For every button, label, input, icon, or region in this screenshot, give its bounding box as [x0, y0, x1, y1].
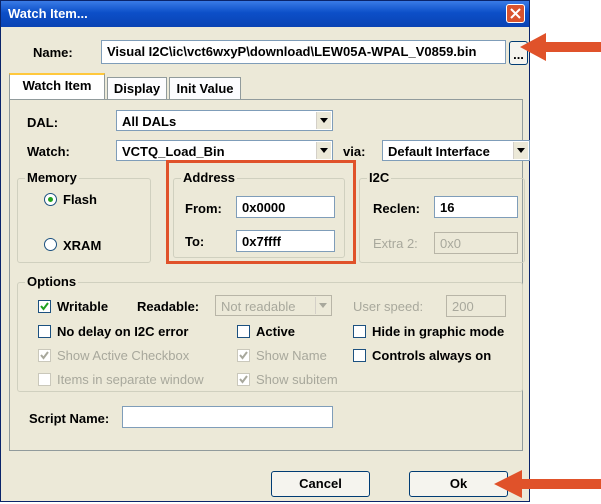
no-delay-checkbox[interactable] [38, 325, 51, 338]
watch-select[interactable]: VCTQ_Load_Bin [116, 140, 333, 161]
arrow-left-icon [520, 33, 601, 61]
chevron-down-icon [315, 297, 330, 314]
active-checkbox[interactable] [237, 325, 250, 338]
check-icon [239, 351, 248, 360]
show-active-label: Show Active Checkbox [57, 348, 190, 363]
address-highlight-box [166, 160, 356, 264]
flash-label: Flash [63, 192, 97, 207]
dal-value: All DALs [122, 114, 177, 129]
tab-init-value[interactable]: Init Value [169, 77, 241, 99]
reclen-label: Reclen: [373, 201, 420, 216]
user-speed-label: User speed: [353, 299, 424, 314]
via-label: via: [343, 144, 366, 159]
hide-graphic-checkbox[interactable] [353, 325, 366, 338]
via-select[interactable]: Default Interface [382, 140, 530, 161]
i2c-legend: I2C [367, 170, 392, 185]
show-active-checkbox [38, 349, 51, 362]
script-name-input[interactable] [122, 406, 333, 428]
close-icon [510, 8, 521, 19]
writable-checkbox[interactable] [38, 300, 51, 313]
name-field[interactable]: Visual I2C\ic\vct6wxyP\download\LEW05A-W… [101, 40, 506, 64]
items-separate-label: Items in separate window [57, 372, 204, 387]
chevron-down-icon[interactable] [513, 142, 528, 159]
user-speed-input: 200 [446, 295, 506, 317]
show-name-checkbox [237, 349, 250, 362]
options-legend: Options [25, 274, 79, 289]
arrow-left-icon [494, 470, 601, 498]
check-icon [40, 351, 49, 360]
hide-graphic-label: Hide in graphic mode [372, 324, 505, 339]
reclen-input[interactable]: 16 [434, 196, 518, 218]
name-label: Name: [33, 45, 73, 60]
controls-always-on-label: Controls always on [372, 348, 492, 363]
watch-value: VCTQ_Load_Bin [122, 144, 225, 159]
readable-select: Not readable [215, 295, 332, 316]
via-value: Default Interface [388, 144, 490, 159]
show-name-label: Show Name [256, 348, 327, 363]
script-name-label: Script Name: [29, 411, 110, 426]
extra2-input: 0x0 [434, 232, 518, 254]
dal-label: DAL: [27, 115, 59, 130]
dal-select[interactable]: All DALs [116, 110, 333, 131]
check-icon [239, 375, 248, 384]
controls-always-on-checkbox[interactable] [353, 349, 366, 362]
title-bar[interactable]: Watch Item... [1, 1, 529, 27]
window-title: Watch Item... [8, 6, 88, 21]
show-subitem-label: Show subitem [256, 372, 338, 387]
close-button[interactable] [506, 4, 525, 23]
xram-radio[interactable] [44, 238, 57, 251]
show-subitem-checkbox [237, 373, 250, 386]
no-delay-label: No delay on I2C error [57, 324, 189, 339]
chevron-down-icon[interactable] [316, 112, 331, 129]
check-icon [40, 302, 49, 311]
memory-legend: Memory [25, 170, 79, 185]
items-separate-checkbox [38, 373, 51, 386]
chevron-down-icon[interactable] [316, 142, 331, 159]
xram-label: XRAM [63, 238, 102, 253]
cancel-button[interactable]: Cancel [271, 471, 370, 497]
writable-label: Writable [57, 299, 109, 314]
tab-display[interactable]: Display [107, 77, 167, 99]
readable-value: Not readable [221, 299, 296, 314]
readable-label: Readable: [137, 299, 200, 314]
active-label: Active [256, 324, 296, 339]
flash-radio[interactable] [44, 193, 57, 206]
extra2-label: Extra 2: [373, 236, 418, 251]
tab-watch-item[interactable]: Watch Item [9, 73, 105, 100]
watch-label: Watch: [27, 144, 70, 159]
